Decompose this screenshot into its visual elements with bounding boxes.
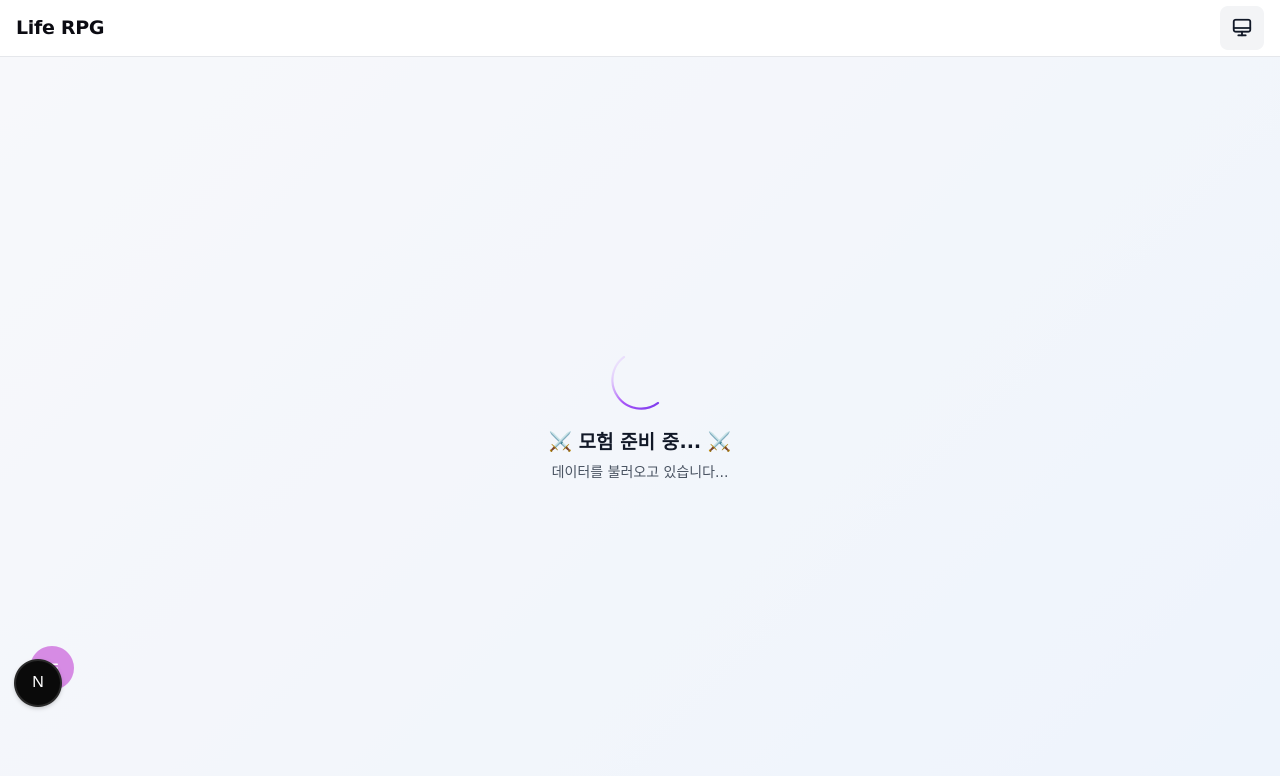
loading-spinner xyxy=(611,355,660,410)
loading-title: ⚔️ 모험 준비 중... ⚔️ xyxy=(548,431,732,453)
app-title: Life RPG xyxy=(16,17,105,39)
dev-tools-badge[interactable]: N xyxy=(16,661,60,705)
dev-badge-letter: N xyxy=(32,674,44,691)
monitor-icon xyxy=(1232,18,1252,37)
loading-subtitle: 데이터를 불러오고 있습니다... xyxy=(551,465,729,481)
main-content: ⚔️ 모험 준비 중... ⚔️ 데이터를 불러오고 있습니다... xyxy=(0,57,1280,776)
top-header: Life RPG xyxy=(0,0,1280,57)
display-mode-button[interactable] xyxy=(1220,6,1264,50)
